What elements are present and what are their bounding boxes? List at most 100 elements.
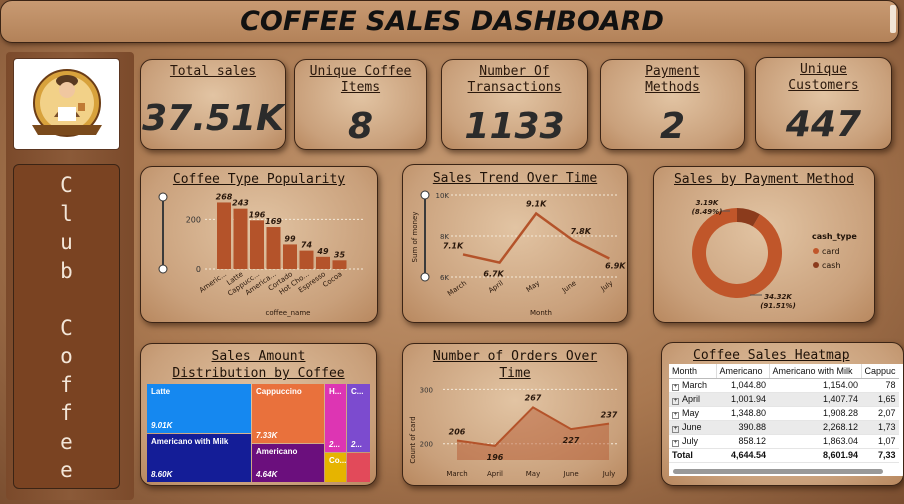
- bar: [316, 256, 330, 269]
- kpi-unique-customers: Unique Customers 447: [755, 57, 892, 150]
- sales-trend-panel: Sales Trend Over Time 10K 8K 6K 7.1K March 6.…: [402, 164, 628, 323]
- y-axis-label: Count of card: [409, 416, 417, 463]
- data-label: 99: [284, 234, 296, 243]
- kpi-value: 2: [659, 106, 686, 147]
- kpi-transactions: Number Of Transactions 1133: [441, 59, 588, 150]
- row-month[interactable]: + July: [669, 434, 716, 449]
- column-header[interactable]: Month: [669, 364, 716, 379]
- treemap-tile-americano[interactable]: Americano 4.64K: [252, 444, 324, 482]
- chart-title: Coffee Sales Heatmap: [693, 348, 850, 363]
- table-row[interactable]: + May 1,348.80 1,908.28 2,07: [669, 406, 899, 421]
- brand-letter: u: [60, 230, 73, 254]
- total-americano-with-milk: 8,601.94: [769, 447, 861, 463]
- legend-marker: [813, 248, 819, 254]
- bar: [217, 202, 231, 269]
- expand-icon[interactable]: +: [672, 439, 679, 447]
- total-cappuccino: 7,33: [861, 447, 899, 463]
- row-month[interactable]: + April: [669, 392, 716, 407]
- x-tick-label: Cocoa: [321, 270, 343, 289]
- table-row[interactable]: + March 1,044.80 1,154.00 78: [669, 378, 899, 393]
- series-line: [462, 211, 610, 265]
- data-label-card-pct: (91.51%): [760, 302, 796, 310]
- legend-label: cash: [822, 261, 841, 270]
- x-tick-label: March: [446, 279, 468, 298]
- data-label: 9.1K: [526, 199, 547, 208]
- cell-americano: 390.88: [716, 420, 769, 435]
- bar: [283, 244, 297, 269]
- chart-title-line1: Sales Amount: [211, 349, 306, 364]
- table-row[interactable]: + April 1,001.94 1,407.74 1,65: [669, 392, 899, 407]
- x-tick-label: Americ...: [198, 270, 228, 294]
- y-axis-label: Sum of money: [411, 212, 419, 263]
- total-label: Total: [669, 447, 716, 463]
- cell-cappuccino: 1,73: [861, 420, 899, 435]
- table-row[interactable]: + July 858.12 1,863.04 1,07: [669, 434, 899, 449]
- range-slider-handle-top: [420, 190, 430, 200]
- row-month[interactable]: + March: [669, 378, 716, 393]
- kpi-label: Number Of Transactions: [467, 64, 562, 95]
- row-month[interactable]: + May: [669, 406, 716, 421]
- kpi-value: 37.51K: [142, 98, 284, 139]
- x-axis-label: Month: [530, 309, 552, 317]
- x-tick-label: June: [562, 470, 578, 478]
- data-label: 268: [216, 192, 233, 201]
- treemap-tile-espresso[interactable]: [347, 453, 370, 482]
- horizontal-scrollbar[interactable]: [673, 469, 883, 474]
- data-label: 169: [265, 217, 282, 226]
- brand-letter: e: [60, 429, 73, 454]
- data-label-card: 34.32K: [764, 293, 792, 301]
- cell-cappuccino: 2,07: [861, 406, 899, 421]
- y-tick-label: 10K: [436, 192, 450, 200]
- bar: [299, 250, 314, 269]
- column-header[interactable]: Cappuc: [860, 364, 899, 379]
- data-label: 7.1K: [443, 241, 464, 250]
- page-title: COFFEE SALES DASHBOARD: [240, 6, 664, 37]
- bar: [266, 227, 281, 269]
- orders-over-time-panel: Number of Orders Over Time 300 200 206 Marc…: [402, 343, 628, 486]
- treemap-tile-americano-with-milk[interactable]: Americano with Milk 8.60K: [147, 434, 251, 482]
- coffee-popularity-panel: Coffee Type Popularity 200 0 268 Americ... 2…: [140, 166, 378, 323]
- kpi-label: Total sales: [169, 64, 257, 79]
- cell-americano: 1,001.94: [716, 392, 769, 407]
- payment-donut-chart: 3.19K(8.49%) 34.32K(91.51%) cash_typecard c…: [692, 199, 858, 310]
- x-tick-label: March: [446, 470, 467, 478]
- table-row[interactable]: + June 390.88 2,268.12 1,73: [669, 420, 899, 435]
- column-header[interactable]: Americano: [715, 364, 769, 379]
- treemap-tile-cappuccino[interactable]: Cappuccino 7.33K: [252, 384, 324, 443]
- sales-distribution-panel: Sales Amount Distribution by Coffee Latt…: [140, 343, 377, 486]
- series-area: [457, 407, 609, 460]
- column-header[interactable]: Americano with Milk: [768, 364, 861, 379]
- treemap-tile-hot-chocolate[interactable]: H... 2...: [325, 384, 346, 452]
- brand-letter: e: [60, 458, 73, 482]
- brand-letter: o: [60, 344, 73, 368]
- legend-marker: [813, 262, 819, 268]
- coffee-popularity-chart: 2000268Americ...243Latte196Cappucc...169…: [158, 192, 363, 317]
- y-tick-label: 200: [420, 441, 433, 449]
- expand-icon[interactable]: +: [672, 425, 679, 433]
- y-tick-label: 8K: [440, 233, 449, 241]
- brand-letter: f: [60, 401, 73, 425]
- treemap-tile-cocoa[interactable]: Co...: [325, 453, 346, 482]
- kpi-label: Unique Coffee Items: [309, 64, 412, 95]
- scroll-handle[interactable]: [890, 5, 896, 33]
- y-tick-label: 300: [420, 386, 433, 394]
- treemap-tile-latte[interactable]: Latte 9.01K: [147, 384, 251, 433]
- brand-letter: C: [60, 173, 73, 197]
- expand-icon[interactable]: +: [672, 411, 679, 419]
- barista-logo-icon: [32, 69, 102, 137]
- expand-icon[interactable]: +: [672, 383, 679, 391]
- treemap-tile-cortado[interactable]: C... 2...: [347, 384, 370, 452]
- expand-icon[interactable]: +: [672, 397, 679, 405]
- cell-americano-with-milk: 1,407.74: [769, 392, 861, 407]
- row-month[interactable]: + June: [669, 420, 716, 435]
- sales-trend-chart: 10K 8K 6K 7.1K March 6.7KApril 9.1K May 7.8K June…: [411, 190, 626, 317]
- data-label: 196: [487, 453, 504, 462]
- heatmap-table-container[interactable]: Month Americano Americano with Milk Capp…: [669, 364, 903, 476]
- x-tick-label: June: [560, 279, 578, 295]
- y-tick-label: 6K: [440, 274, 449, 282]
- chart-title-line2: Distribution by Coffee: [172, 366, 345, 381]
- x-axis-label: coffee_name: [266, 309, 311, 317]
- x-tick-label: April: [487, 470, 503, 478]
- total-row: Total 4,644.54 8,601.94 7,33: [669, 447, 899, 463]
- brand-letter: C: [60, 315, 73, 340]
